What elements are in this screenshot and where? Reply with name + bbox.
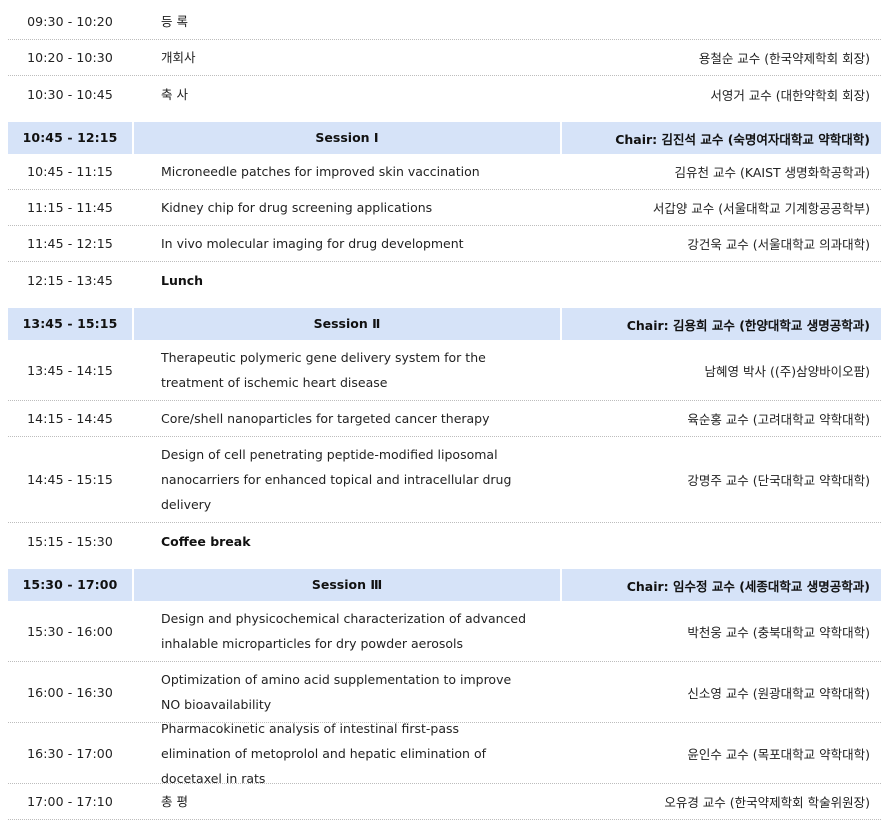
time-cell: 11:15 - 11:45 bbox=[27, 200, 113, 215]
title-cell: Microneedle patches for improved skin va… bbox=[161, 164, 480, 179]
title-cell: Kidney chip for drug screening applicati… bbox=[161, 200, 433, 215]
title-cell: Design of cell penetrating peptide-modif… bbox=[161, 447, 512, 512]
time-cell: 14:15 - 14:45 bbox=[27, 411, 113, 426]
speaker-cell: 윤인수 교수 (목포대학교 약학대학) bbox=[687, 746, 870, 762]
title-cell: Optimization of amino acid supplementati… bbox=[161, 672, 512, 712]
speaker-cell: 신소영 교수 (원광대학교 약학대학) bbox=[687, 685, 870, 701]
session-chair: Chair: 김용희 교수 (한양대학교 생명공학과) bbox=[626, 317, 870, 333]
break-title: Coffee break bbox=[161, 533, 251, 549]
break-title: Lunch bbox=[161, 272, 204, 288]
speaker-cell: 육순홍 교수 (고려대학교 약학대학) bbox=[687, 412, 870, 427]
title-cell: 축 사 bbox=[161, 86, 188, 102]
schedule-row: 16:00 - 16:30 Optimization of amino acid… bbox=[8, 662, 881, 723]
time-cell: 16:00 - 16:30 bbox=[27, 684, 113, 700]
speaker-cell: 박천웅 교수 (충북대학교 약학대학) bbox=[687, 624, 870, 640]
session-time: 10:45 - 12:15 bbox=[8, 122, 134, 154]
schedule-row: 10:45 - 11:15 Microneedle patches for im… bbox=[8, 154, 881, 190]
session-chair: Chair: 임수정 교수 (세종대학교 생명공학과) bbox=[626, 578, 870, 594]
schedule-row: 10:20 - 10:30 개회사 용철순 교수 (한국약제학회 회장) bbox=[8, 40, 881, 76]
speaker-cell: 강건욱 교수 (서울대학교 의과대학) bbox=[687, 237, 870, 252]
speaker-cell: 강명주 교수 (단국대학교 약학대학) bbox=[687, 473, 870, 488]
speaker-cell: 김유천 교수 (KAIST 생명화학공학과) bbox=[674, 165, 870, 180]
schedule-table: 09:30 - 10:20 등 록 10:20 - 10:30 개회사 용철순 … bbox=[8, 4, 881, 820]
title-cell: 등 록 bbox=[161, 14, 188, 29]
title-cell: Core/shell nanoparticles for targeted ca… bbox=[161, 411, 490, 426]
title-cell: Design and physicochemical characterizat… bbox=[161, 611, 527, 651]
schedule-row: 17:00 - 17:10 총 평 오유경 교수 (한국약제학회 학술위원장) bbox=[8, 784, 881, 820]
schedule-row: 11:15 - 11:45 Kidney chip for drug scree… bbox=[8, 190, 881, 226]
time-cell: 17:00 - 17:10 bbox=[27, 794, 113, 809]
session-title: Session Ⅰ bbox=[134, 122, 562, 154]
time-cell: 16:30 - 17:00 bbox=[27, 745, 113, 761]
schedule-row: 15:15 - 15:30 Coffee break bbox=[8, 523, 881, 559]
schedule-row: 14:15 - 14:45 Core/shell nanoparticles f… bbox=[8, 401, 881, 437]
title-cell: 총 평 bbox=[161, 794, 188, 809]
session-time: 13:45 - 15:15 bbox=[8, 308, 134, 340]
session-header-3: 15:30 - 17:00 Session Ⅲ Chair: 임수정 교수 (세… bbox=[8, 569, 881, 601]
title-cell: Pharmacokinetic analysis of intestinal f… bbox=[161, 720, 486, 786]
session-header-2: 13:45 - 15:15 Session Ⅱ Chair: 김용희 교수 (한… bbox=[8, 308, 881, 340]
schedule-row: 12:15 - 13:45 Lunch bbox=[8, 262, 881, 298]
title-cell: In vivo molecular imaging for drug devel… bbox=[161, 236, 464, 251]
session-time: 15:30 - 17:00 bbox=[8, 569, 134, 601]
time-cell: 10:20 - 10:30 bbox=[27, 50, 113, 65]
session-header-1: 10:45 - 12:15 Session Ⅰ Chair: 김진석 교수 (숙… bbox=[8, 122, 881, 154]
schedule-row: 09:30 - 10:20 등 록 bbox=[8, 4, 881, 40]
speaker-cell: 남혜영 박사 ((주)삼양바이오팜) bbox=[704, 363, 870, 379]
time-cell: 15:30 - 16:00 bbox=[27, 623, 113, 639]
schedule-row: 13:45 - 14:15 Therapeutic polymeric gene… bbox=[8, 340, 881, 401]
session-title: Session Ⅲ bbox=[134, 569, 562, 601]
speaker-cell: 서영거 교수 (대한약학회 회장) bbox=[710, 87, 870, 103]
schedule-row: 15:30 - 16:00 Design and physicochemical… bbox=[8, 601, 881, 662]
speaker-cell: 용철순 교수 (한국약제학회 회장) bbox=[698, 51, 870, 66]
schedule-row: 11:45 - 12:15 In vivo molecular imaging … bbox=[8, 226, 881, 262]
time-cell: 14:45 - 15:15 bbox=[27, 472, 113, 487]
time-cell: 09:30 - 10:20 bbox=[27, 14, 113, 29]
time-cell: 11:45 - 12:15 bbox=[27, 236, 113, 251]
session-chair: Chair: 김진석 교수 (숙명여자대학교 약학대학) bbox=[615, 131, 870, 147]
title-cell: Therapeutic polymeric gene delivery syst… bbox=[161, 350, 486, 390]
time-cell: 10:45 - 11:15 bbox=[27, 164, 113, 179]
time-cell: 13:45 - 14:15 bbox=[27, 362, 113, 378]
schedule-row: 10:30 - 10:45 축 사 서영거 교수 (대한약학회 회장) bbox=[8, 76, 881, 112]
time-cell: 10:30 - 10:45 bbox=[27, 86, 113, 102]
session-title: Session Ⅱ bbox=[134, 308, 562, 340]
time-cell: 15:15 - 15:30 bbox=[27, 533, 113, 549]
speaker-cell: 서갑양 교수 (서울대학교 기계항공공학부) bbox=[652, 201, 870, 216]
time-cell: 12:15 - 13:45 bbox=[27, 272, 113, 288]
title-cell: 개회사 bbox=[161, 50, 196, 65]
schedule-row: 14:45 - 15:15 Design of cell penetrating… bbox=[8, 437, 881, 523]
speaker-cell: 오유경 교수 (한국약제학회 학술위원장) bbox=[664, 795, 870, 810]
schedule-row: 16:30 - 17:00 Pharmacokinetic analysis o… bbox=[8, 721, 881, 786]
